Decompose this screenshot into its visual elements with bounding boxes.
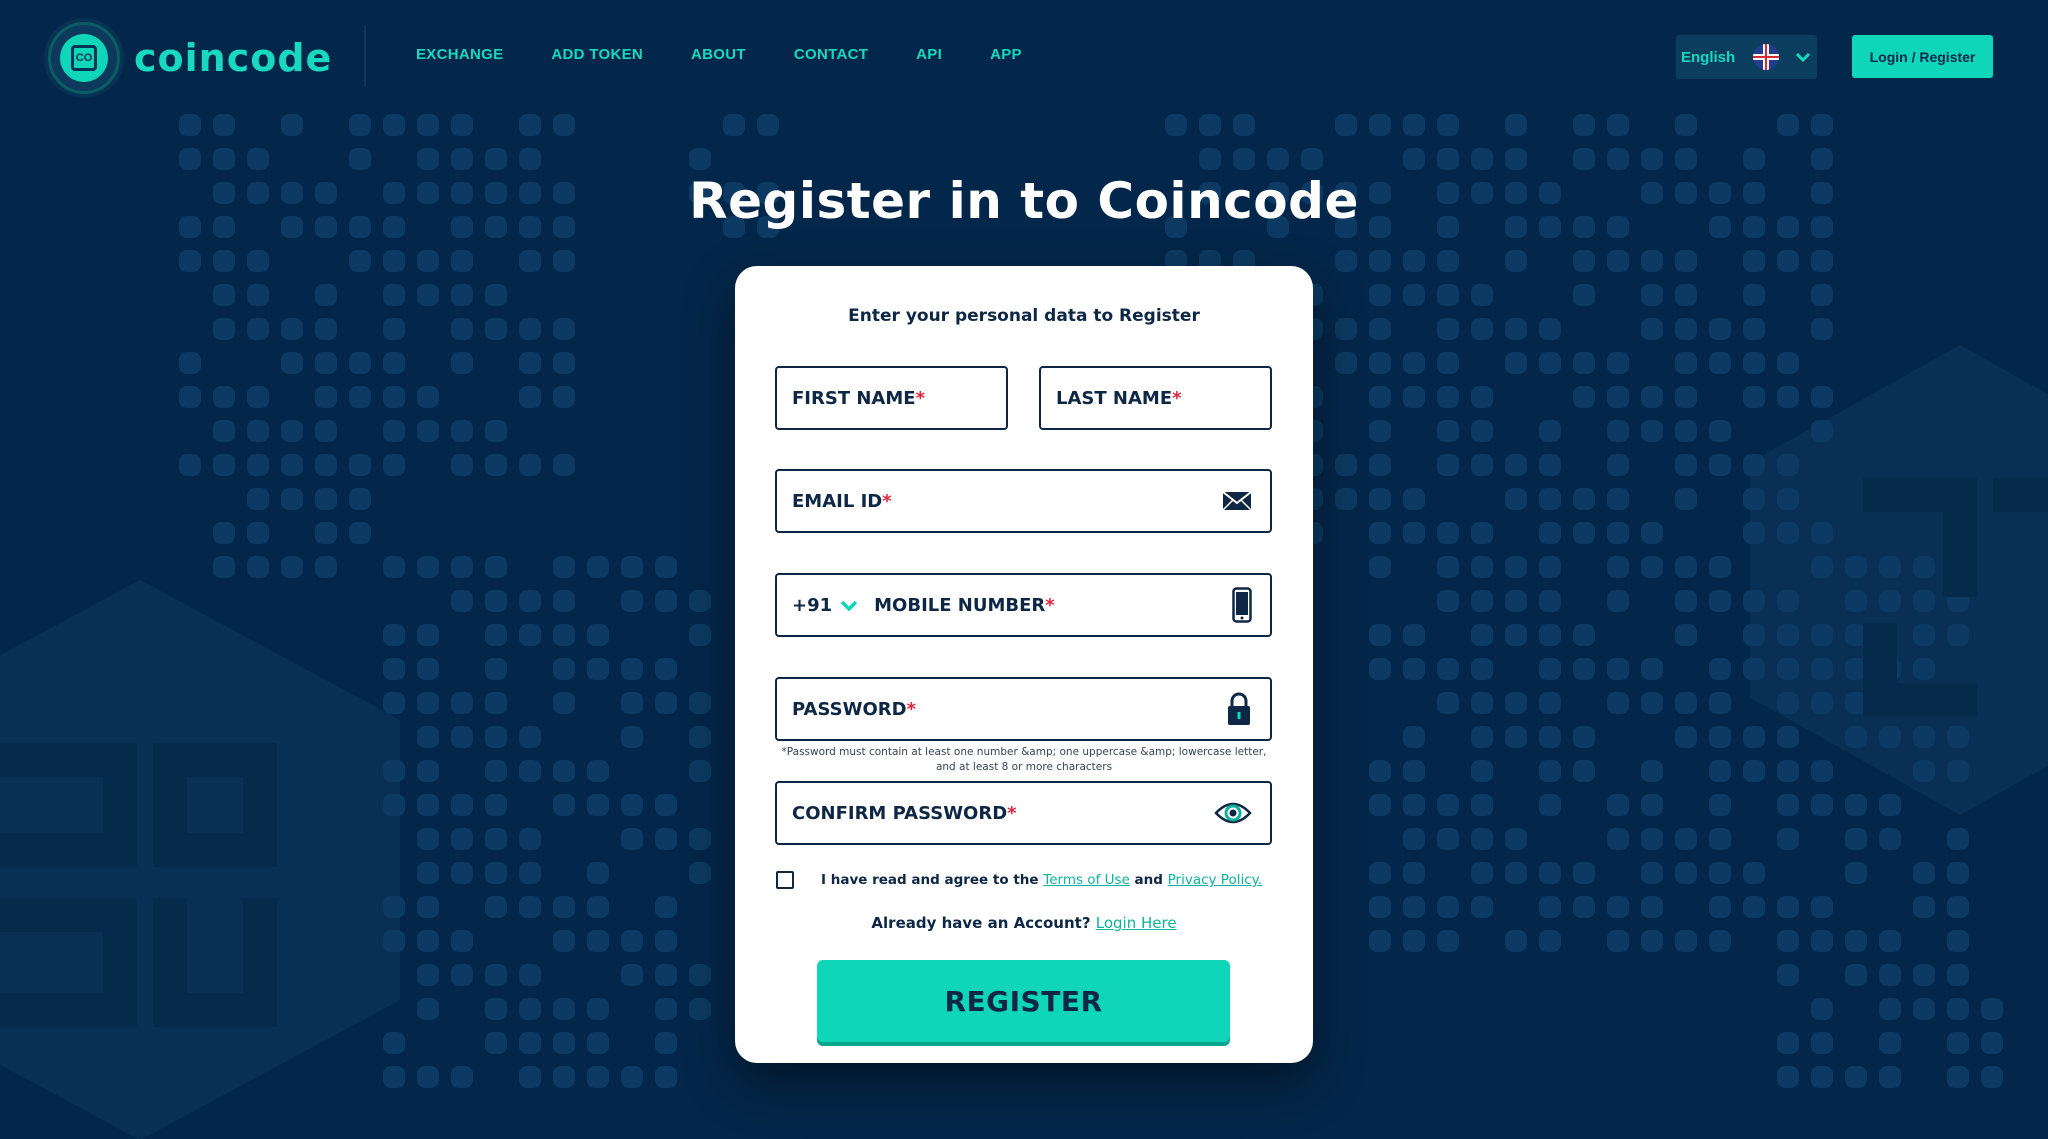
last-name-field[interactable]: LAST NAME*	[1039, 366, 1272, 430]
eye-icon[interactable]	[1214, 801, 1252, 825]
first-name-field[interactable]: FIRST NAME*	[775, 366, 1008, 430]
password-hint: *Password must contain at least one numb…	[781, 746, 1267, 773]
register-button[interactable]: REGISTER	[817, 960, 1230, 1042]
privacy-policy-link[interactable]: Privacy Policy.	[1168, 872, 1262, 888]
language-selector[interactable]: English	[1676, 35, 1817, 79]
chevron-down-icon	[840, 600, 858, 611]
lock-icon	[1226, 692, 1252, 726]
password-field[interactable]: PASSWORD*	[775, 677, 1272, 741]
terms-of-use-link[interactable]: Terms of Use	[1043, 872, 1130, 888]
top-header: CO coincode EXCHANGE ADD TOKEN ABOUT CON…	[0, 0, 2048, 115]
terms-checkbox[interactable]	[776, 871, 794, 889]
brand-name: coincode	[134, 36, 333, 80]
envelope-icon	[1222, 491, 1252, 511]
mobile-field[interactable]: +91 MOBILE NUMBER*	[775, 573, 1272, 637]
register-card: Enter your personal data to Register FIR…	[735, 266, 1313, 1063]
nav-item-contact[interactable]: CONTACT	[794, 46, 868, 63]
last-name-label: LAST NAME*	[1056, 387, 1182, 409]
password-label: PASSWORD*	[792, 698, 916, 720]
uk-flag-icon	[1753, 44, 1780, 70]
email-label: EMAIL ID*	[792, 490, 892, 512]
already-account-text: Already have an Account? Login Here	[871, 914, 1177, 932]
login-here-link[interactable]: Login Here	[1096, 914, 1177, 932]
nav-item-app[interactable]: APP	[990, 46, 1022, 63]
chevron-down-icon	[1795, 47, 1811, 68]
terms-text: I have read and agree to the Terms of Us…	[821, 872, 1263, 888]
country-code-select[interactable]: +91	[792, 595, 858, 616]
smartphone-icon	[1232, 587, 1252, 623]
email-field[interactable]: EMAIL ID*	[775, 469, 1272, 533]
coin-logo-icon: CO	[48, 22, 120, 94]
nav-item-add-token[interactable]: ADD TOKEN	[551, 46, 643, 63]
nav-item-api[interactable]: API	[916, 46, 942, 63]
page-title: Register in to Coincode	[689, 172, 1359, 230]
first-name-label: FIRST NAME*	[792, 387, 925, 409]
brand-logo[interactable]: CO coincode	[48, 22, 332, 94]
terms-agreement: I have read and agree to the Terms of Us…	[776, 871, 1262, 889]
mobile-label: MOBILE NUMBER*	[874, 594, 1055, 616]
header-divider	[364, 26, 366, 86]
confirm-password-label: CONFIRM PASSWORD*	[792, 802, 1017, 824]
nav-item-about[interactable]: ABOUT	[691, 46, 746, 63]
nav-item-exchange[interactable]: EXCHANGE	[416, 46, 503, 63]
language-label: English	[1681, 48, 1736, 66]
main-nav: EXCHANGE ADD TOKEN ABOUT CONTACT API APP	[416, 46, 1070, 63]
login-register-button[interactable]: Login / Register	[1852, 35, 1993, 78]
form-subtitle: Enter your personal data to Register	[848, 306, 1200, 326]
confirm-password-field[interactable]: CONFIRM PASSWORD*	[775, 781, 1272, 845]
